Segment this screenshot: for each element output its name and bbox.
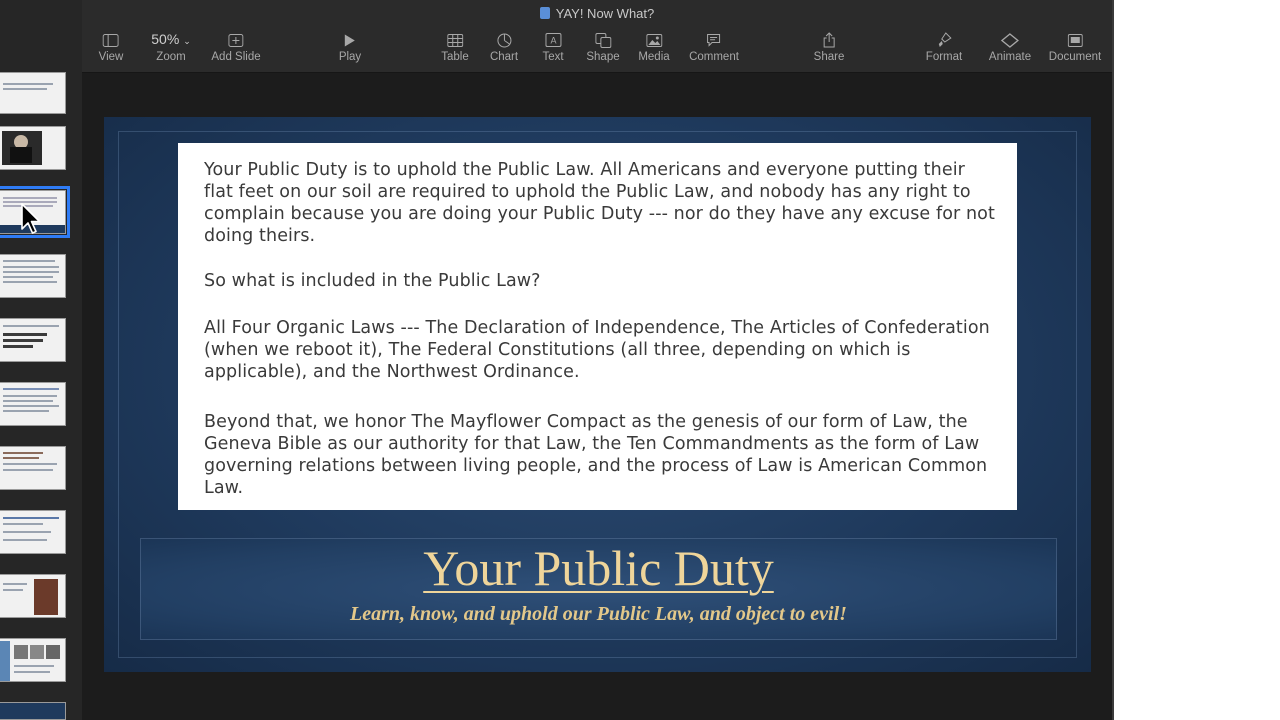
slide-thumbnail[interactable]: [0, 72, 66, 114]
share-button[interactable]: Share: [814, 28, 845, 63]
slide-navigator[interactable]: [0, 0, 83, 720]
slide-canvas[interactable]: Your Public Duty is to uphold the Public…: [82, 73, 1112, 720]
shape-button[interactable]: Shape: [586, 28, 620, 63]
slide-thumbnail[interactable]: [0, 126, 66, 170]
slide-paragraph-2: So what is included in the Public Law?: [204, 271, 541, 291]
animate-button[interactable]: Animate: [989, 28, 1031, 63]
slide-paragraph-1: Your Public Duty is to uphold the Public…: [204, 160, 995, 246]
paintbrush-icon: [926, 28, 962, 50]
slide-thumbnail[interactable]: [0, 382, 66, 426]
keynote-document-icon: [539, 7, 550, 19]
slide-subtitle: Learn, know, and uphold our Public Law, …: [350, 603, 847, 625]
document-button[interactable]: Document: [1049, 28, 1101, 63]
share-icon: [814, 28, 845, 50]
title-banner[interactable]: Your Public Duty Learn, know, and uphold…: [140, 538, 1057, 640]
table-button[interactable]: Table: [441, 28, 469, 63]
slide-thumbnail[interactable]: [0, 254, 66, 298]
play-icon: [339, 28, 361, 50]
slide-paragraph-4: Beyond that, we honor The Mayflower Comp…: [204, 412, 988, 498]
zoom-menu[interactable]: 50% ⌄ Zoom: [151, 28, 190, 63]
diamond-icon: [989, 28, 1031, 50]
add-slide-icon: [211, 28, 260, 50]
mouse-pointer-icon: [20, 202, 42, 236]
slide-text-box[interactable]: Your Public Duty is to uphold the Public…: [178, 143, 1017, 510]
slide-thumbnail[interactable]: [0, 510, 66, 554]
keynote-window: YAY! Now What? View 50% ⌄ Zoom Add Slide…: [0, 0, 1112, 720]
text-box-icon: A: [542, 28, 563, 50]
chart-button[interactable]: Chart: [490, 28, 518, 63]
shape-icon: [586, 28, 619, 50]
slide-thumbnail[interactable]: [0, 318, 66, 362]
add-slide-button[interactable]: Add Slide: [211, 28, 261, 63]
comment-icon: [689, 28, 739, 50]
slide-thumbnail[interactable]: [0, 702, 66, 720]
window-title: YAY! Now What?: [82, 6, 1112, 21]
photo-icon: [638, 28, 669, 50]
pie-chart-icon: [490, 28, 518, 50]
format-button[interactable]: Format: [926, 28, 962, 63]
slide-thumbnail[interactable]: [0, 446, 66, 490]
chevron-down-icon: ⌄: [183, 36, 191, 46]
zoom-value: 50% ⌄: [151, 31, 191, 47]
slide[interactable]: Your Public Duty is to uphold the Public…: [104, 117, 1091, 672]
text-button[interactable]: A Text: [542, 28, 564, 63]
comment-button[interactable]: Comment: [689, 28, 739, 63]
view-button[interactable]: View: [99, 28, 124, 63]
slide-thumbnail[interactable]: [0, 638, 66, 682]
svg-text:A: A: [550, 36, 556, 46]
media-button[interactable]: Media: [638, 28, 670, 63]
slide-thumbnail[interactable]: [0, 574, 66, 618]
table-icon: [441, 28, 469, 50]
slide-title: Your Public Duty: [423, 540, 774, 596]
document-icon: [1049, 28, 1101, 50]
window-edge: [1112, 0, 1114, 720]
slide-paragraph-3: All Four Organic Laws --- The Declaratio…: [204, 318, 990, 382]
sidebar-icon: [99, 28, 124, 50]
play-button[interactable]: Play: [339, 28, 361, 63]
toolbar: YAY! Now What? View 50% ⌄ Zoom Add Slide…: [82, 0, 1112, 73]
